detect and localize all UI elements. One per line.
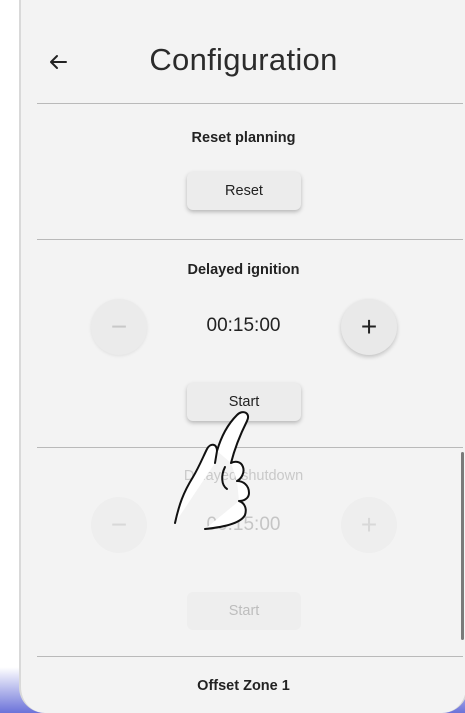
divider: [37, 103, 463, 104]
shutdown-time-value: 00:15:00: [206, 514, 281, 535]
ignition-time-value: 00:15:00: [206, 315, 281, 336]
shutdown-start-button[interactable]: Start: [187, 592, 301, 630]
ignition-increment-button[interactable]: +: [341, 299, 397, 355]
delayed-ignition-title: Delayed ignition: [187, 262, 300, 278]
divider: [37, 239, 463, 240]
divider: [37, 656, 463, 657]
app-header: Configuration: [21, 0, 465, 104]
ignition-start-button[interactable]: Start: [187, 383, 301, 421]
device-frame: Configuration Reset planning Reset Delay…: [0, 0, 465, 713]
app-screen: Configuration Reset planning Reset Delay…: [19, 0, 465, 713]
scrollbar[interactable]: [461, 452, 464, 640]
reset-planning-title: Reset planning: [191, 130, 296, 146]
divider: [37, 447, 463, 448]
offset-zone-title: Offset Zone 1: [197, 678, 290, 694]
delayed-shutdown-title: Delayed shutdown: [183, 468, 304, 484]
shutdown-increment-button[interactable]: +: [341, 497, 397, 553]
page-title: Configuration: [149, 42, 338, 77]
reset-button[interactable]: Reset: [187, 172, 301, 210]
